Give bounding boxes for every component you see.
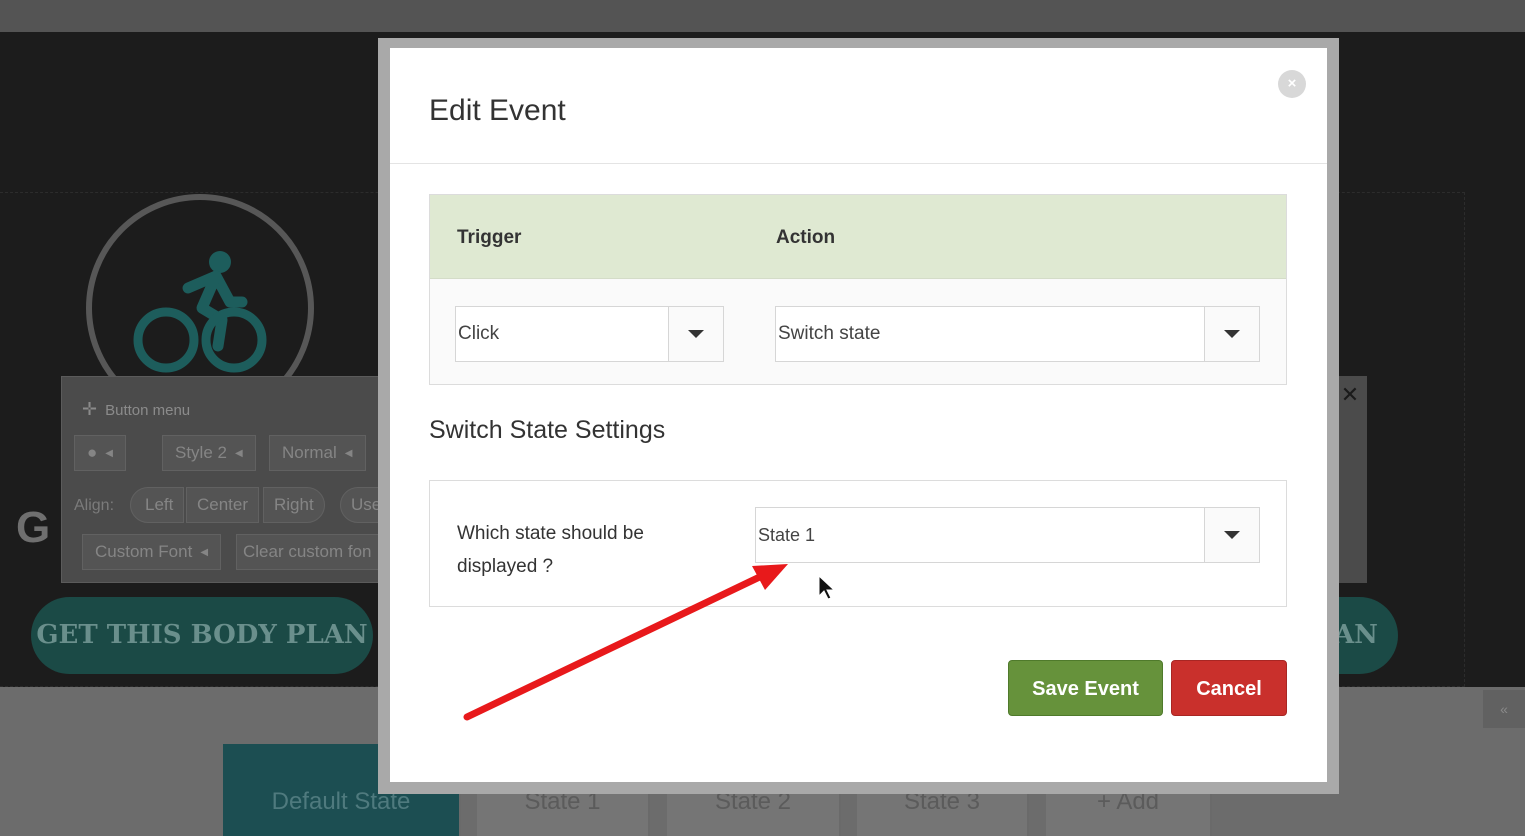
action-select-value: Switch state (778, 323, 881, 344)
modal-header: Edit Event × (390, 48, 1327, 164)
switch-state-settings-panel: Which state should be displayed ? State … (429, 480, 1287, 607)
get-plan-button[interactable]: GET THIS BODY PLAN (31, 597, 373, 674)
align-right-button[interactable]: Right (263, 487, 325, 523)
collapse-panel-icon[interactable]: « (1483, 690, 1525, 728)
state-select-value: State 1 (758, 525, 816, 545)
trigger-select[interactable]: Click (455, 306, 724, 362)
cancel-button[interactable]: Cancel (1171, 660, 1287, 716)
align-label: Align: (74, 497, 115, 514)
event-table-header: Trigger Action (430, 195, 1286, 279)
edit-event-modal: Edit Event × Trigger Action Click Switch… (390, 48, 1327, 782)
caret-down-icon (1224, 531, 1240, 539)
size-dropdown[interactable]: Normal ◀ (269, 435, 366, 471)
event-table: Trigger Action Click Switch state (429, 194, 1287, 385)
color-palette-dropdown[interactable]: ● ◀ (74, 435, 126, 471)
caret-down-icon (1224, 330, 1240, 338)
hero-heading: G (16, 503, 51, 552)
clear-custom-font-button[interactable]: Clear custom fon (236, 534, 392, 570)
trigger-column-label: Trigger (457, 227, 522, 248)
custom-font-dropdown[interactable]: Custom Font ◀ (82, 534, 222, 570)
align-left-button[interactable]: Left (130, 487, 185, 523)
caret-left-icon: ◀ (200, 546, 209, 558)
move-icon[interactable]: ✛ (82, 399, 97, 419)
action-select[interactable]: Switch state (775, 306, 1260, 362)
caret-left-icon: ◀ (344, 447, 353, 459)
action-select-toggle[interactable] (1204, 307, 1259, 361)
button-menu-panel: ✛ Button menu ● ◀ Style 2 ◀ Normal ◀ Align: … (61, 376, 392, 583)
action-column-label: Action (776, 227, 836, 248)
button-menu-title[interactable]: ✛ Button menu (82, 399, 190, 420)
state-select[interactable]: State 1 (755, 507, 1260, 563)
style-dropdown[interactable]: Style 2 ◀ (162, 435, 256, 471)
trigger-select-value: Click (458, 323, 500, 344)
save-event-button[interactable]: Save Event (1008, 660, 1163, 716)
palette-icon: ● (87, 443, 98, 462)
switch-state-settings-heading: Switch State Settings (429, 416, 666, 444)
caret-left-icon: ◀ (234, 447, 243, 459)
state-question-label: Which state should be displayed ? (457, 523, 644, 577)
modal-title: Edit Event (429, 94, 566, 127)
caret-down-icon (688, 330, 704, 338)
trigger-select-toggle[interactable] (668, 307, 723, 361)
close-icon[interactable]: × (1278, 70, 1306, 98)
state-select-toggle[interactable] (1204, 508, 1259, 562)
align-center-button[interactable]: Center (186, 487, 260, 523)
caret-left-icon: ◀ (105, 447, 113, 459)
top-toolbar (0, 0, 1525, 32)
bicycle-icon (133, 251, 267, 373)
